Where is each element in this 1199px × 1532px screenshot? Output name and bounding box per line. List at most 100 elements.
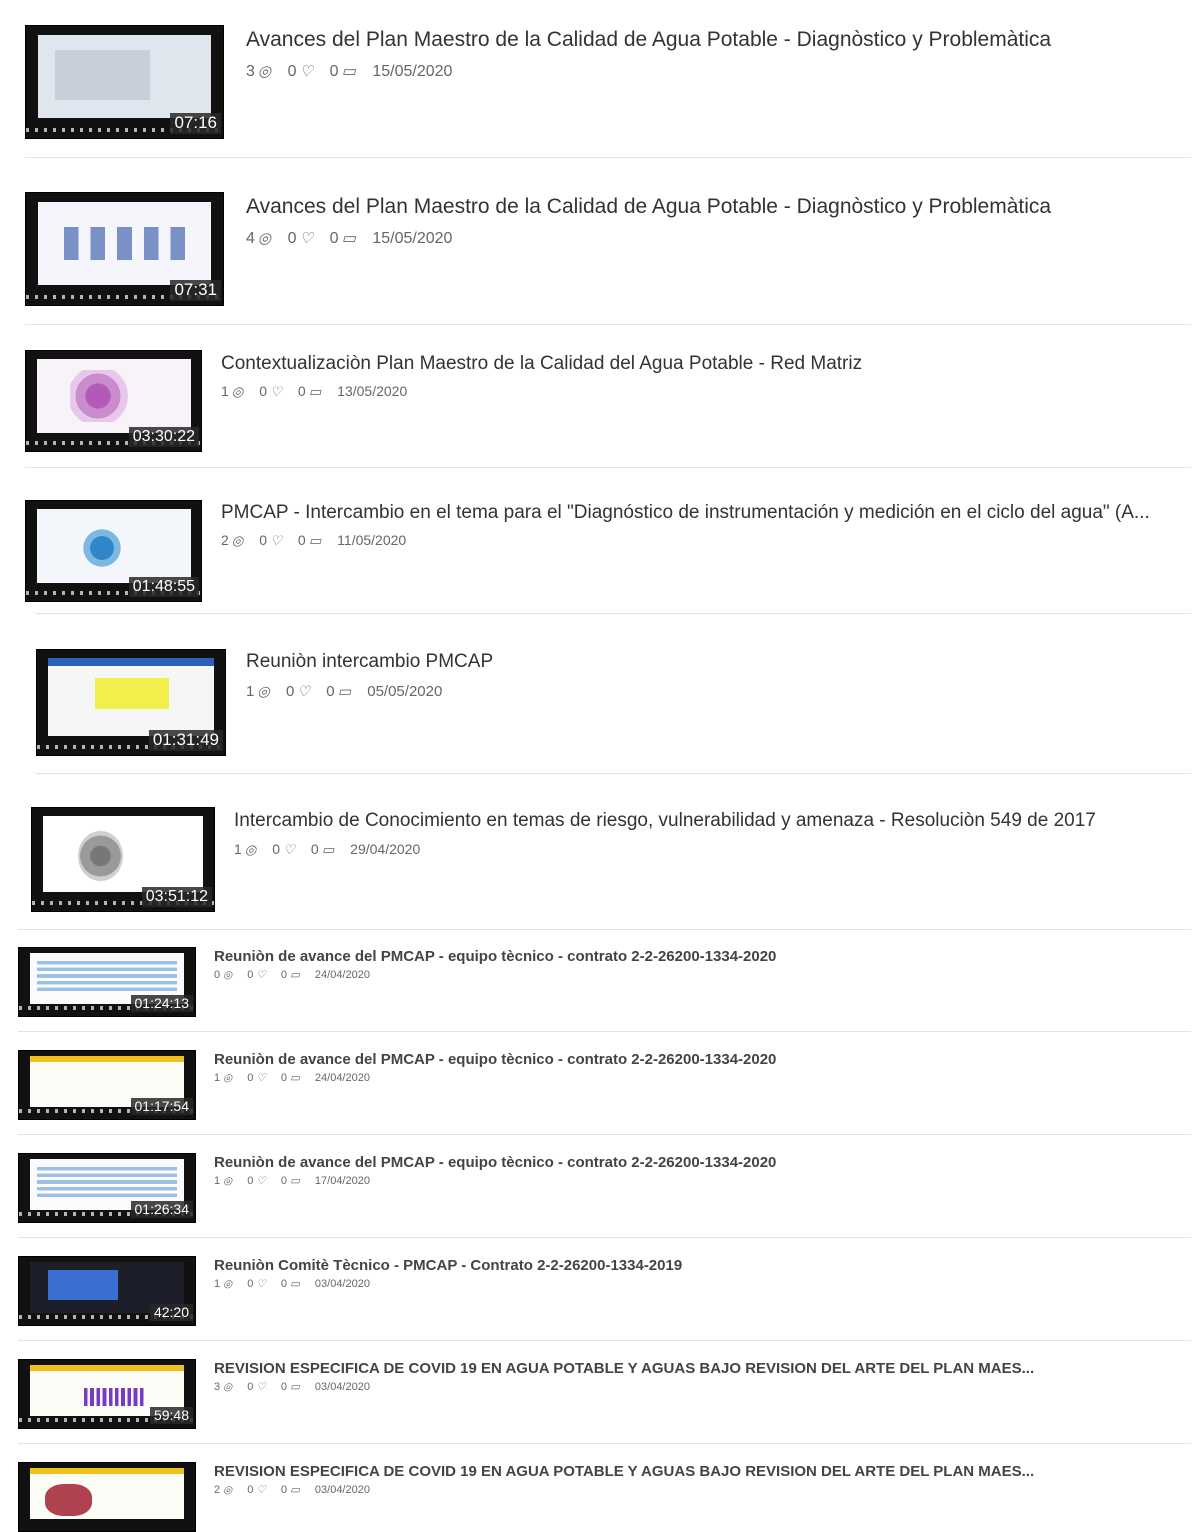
video-item[interactable]: 01:26:34 Reuniòn de avance del PMCAP - e… xyxy=(0,1136,1199,1238)
video-stats: 0 ◎ 0 ♡ 0 ▭ 24/04/2020 xyxy=(214,969,382,981)
play-circle-icon: ◎ xyxy=(244,842,257,857)
heart-icon: ♡ xyxy=(256,1382,266,1393)
video-title[interactable]: Reuniòn de avance del PMCAP - equipo tèc… xyxy=(214,948,1189,965)
heart-icon: ♡ xyxy=(270,533,283,548)
video-stats: 4 ◎ 0 ♡ 0 ▭ 15/05/2020 xyxy=(246,229,464,248)
divider xyxy=(18,1237,1191,1238)
duration-badge: 01:48:55 xyxy=(128,577,199,597)
video-title[interactable]: Intercambio de Conocimiento en temas de … xyxy=(234,810,1189,832)
video-thumbnail[interactable]: 42:20 xyxy=(18,1256,196,1326)
divider xyxy=(25,157,1191,158)
video-title[interactable]: Reuniòn de avance del PMCAP - equipo tèc… xyxy=(214,1154,1189,1171)
video-stats: 3 ◎ 0 ♡ 0 ▭ 03/04/2020 xyxy=(214,1381,382,1393)
video-title[interactable]: PMCAP - Intercambio en el tema para el "… xyxy=(221,502,1193,524)
duration-badge: 03:30:22 xyxy=(128,427,199,447)
play-circle-icon: ◎ xyxy=(223,1382,233,1393)
video-thumbnail[interactable]: 01:31:49 xyxy=(36,649,226,756)
video-thumbnail[interactable]: 03:30:22 xyxy=(25,350,202,452)
video-title[interactable]: Reuniòn intercambio PMCAP xyxy=(246,651,1186,673)
video-date: 24/04/2020 xyxy=(314,969,370,981)
video-item[interactable]: 01:24:13 Reuniòn de avance del PMCAP - e… xyxy=(0,930,1199,1032)
video-stats: 1 ◎ 0 ♡ 0 ▭ 29/04/2020 xyxy=(234,841,432,858)
views-count: 3 xyxy=(214,1381,221,1393)
video-thumbnail[interactable]: 01:24:13 xyxy=(18,947,196,1017)
heart-icon: ♡ xyxy=(256,1279,266,1290)
play-circle-icon: ◎ xyxy=(257,230,272,247)
views-count: 4 xyxy=(246,230,255,247)
play-circle-icon: ◎ xyxy=(223,1279,233,1290)
heart-icon: ♡ xyxy=(256,970,266,981)
video-thumbnail[interactable]: 07:16 xyxy=(25,25,224,139)
video-thumbnail[interactable]: 07:31 xyxy=(25,192,224,306)
likes-count: 0 xyxy=(287,63,297,80)
video-thumbnail[interactable] xyxy=(18,1462,196,1532)
comment-icon: ▭ xyxy=(289,1073,300,1084)
video-title[interactable]: Reuniòn Comitè Tècnico - PMCAP - Contrat… xyxy=(214,1257,1189,1274)
play-circle-icon: ◎ xyxy=(223,1176,233,1187)
video-title[interactable]: REVISION ESPECIFICA DE COVID 19 EN AGUA … xyxy=(214,1463,1179,1480)
divider xyxy=(18,1031,1191,1032)
divider xyxy=(18,1134,1191,1135)
video-item[interactable]: 03:51:12 Intercambio de Conocimiento en … xyxy=(0,774,1199,929)
views-count: 1 xyxy=(214,1175,221,1187)
video-thumbnail[interactable]: 59:48 xyxy=(18,1359,196,1429)
play-circle-icon: ◎ xyxy=(223,1485,233,1496)
video-item[interactable]: 42:20 Reuniòn Comitè Tècnico - PMCAP - C… xyxy=(0,1239,1199,1341)
video-title[interactable]: Contextualizaciòn Plan Maestro de la Cal… xyxy=(221,353,1186,375)
likes-count: 0 xyxy=(287,230,297,247)
likes-count: 0 xyxy=(247,1175,254,1187)
video-item[interactable]: 59:48 REVISION ESPECIFICA DE COVID 19 EN… xyxy=(0,1342,1199,1444)
comment-icon: ▭ xyxy=(337,684,352,700)
likes-count: 0 xyxy=(247,1484,254,1496)
comment-icon: ▭ xyxy=(289,1485,300,1496)
likes-count: 0 xyxy=(272,841,281,857)
views-count: 1 xyxy=(214,1278,221,1290)
play-circle-icon: ◎ xyxy=(223,1073,233,1084)
duration-badge: 07:16 xyxy=(170,113,221,134)
play-circle-icon: ◎ xyxy=(231,533,244,548)
video-title[interactable]: Avances del Plan Maestro de la Calidad d… xyxy=(246,28,1186,52)
comment-icon: ▭ xyxy=(289,970,300,981)
comment-icon: ▭ xyxy=(341,230,356,247)
comment-icon: ▭ xyxy=(308,384,322,399)
duration-badge: 07:31 xyxy=(170,280,221,301)
comments-count: 0 xyxy=(297,383,306,399)
views-count: 3 xyxy=(246,63,255,80)
video-stats: 1 ◎ 0 ♡ 0 ▭ 03/04/2020 xyxy=(214,1278,382,1290)
video-date: 15/05/2020 xyxy=(372,63,453,80)
video-thumbnail[interactable]: 01:26:34 xyxy=(18,1153,196,1223)
video-title[interactable]: Reuniòn de avance del PMCAP - equipo tèc… xyxy=(214,1051,1189,1068)
heart-icon: ♡ xyxy=(256,1485,266,1496)
likes-count: 0 xyxy=(247,1072,254,1084)
video-item[interactable]: 07:31 Avances del Plan Maestro de la Cal… xyxy=(0,160,1199,325)
video-thumbnail[interactable]: 01:17:54 xyxy=(18,1050,196,1120)
video-stats: 3 ◎ 0 ♡ 0 ▭ 15/05/2020 xyxy=(246,62,464,81)
video-date: 03/04/2020 xyxy=(314,1381,370,1393)
video-item[interactable]: 01:17:54 Reuniòn de avance del PMCAP - e… xyxy=(0,1033,1199,1135)
likes-count: 0 xyxy=(285,683,295,700)
video-title[interactable]: REVISION ESPECIFICA DE COVID 19 EN AGUA … xyxy=(214,1360,1179,1377)
duration-badge: 03:51:12 xyxy=(141,887,212,907)
comment-icon: ▭ xyxy=(308,533,322,548)
video-stats: 1 ◎ 0 ♡ 0 ▭ 24/04/2020 xyxy=(214,1072,382,1084)
video-thumbnail[interactable]: 01:48:55 xyxy=(25,500,202,602)
comment-icon: ▭ xyxy=(321,842,335,857)
heart-icon: ♡ xyxy=(270,384,283,399)
video-item[interactable]: 03:30:22 Contextualizaciòn Plan Maestro … xyxy=(0,325,1199,467)
heart-icon: ♡ xyxy=(299,230,314,247)
video-item[interactable]: 01:31:49 Reuniòn intercambio PMCAP 1 ◎ 0 ♡… xyxy=(0,614,1199,774)
comments-count: 0 xyxy=(280,1381,287,1393)
video-stats: 2 ◎ 0 ♡ 0 ▭ 11/05/2020 xyxy=(221,532,418,549)
video-item[interactable]: 01:48:55 PMCAP - Intercambio en el tema … xyxy=(0,468,1199,613)
views-count: 1 xyxy=(234,841,242,857)
video-thumbnail[interactable]: 03:51:12 xyxy=(31,807,215,912)
video-item[interactable]: 07:16 Avances del Plan Maestro de la Cal… xyxy=(0,0,1199,160)
duration-badge: 01:31:49 xyxy=(148,730,223,751)
duration-badge: 01:26:34 xyxy=(130,1200,193,1218)
video-date: 13/05/2020 xyxy=(337,383,408,399)
comment-icon: ▭ xyxy=(341,63,356,80)
video-date: 17/04/2020 xyxy=(314,1175,370,1187)
video-title[interactable]: Avances del Plan Maestro de la Calidad d… xyxy=(246,195,1186,219)
play-circle-icon: ◎ xyxy=(257,63,272,80)
video-item[interactable]: REVISION ESPECIFICA DE COVID 19 EN AGUA … xyxy=(0,1445,1199,1532)
